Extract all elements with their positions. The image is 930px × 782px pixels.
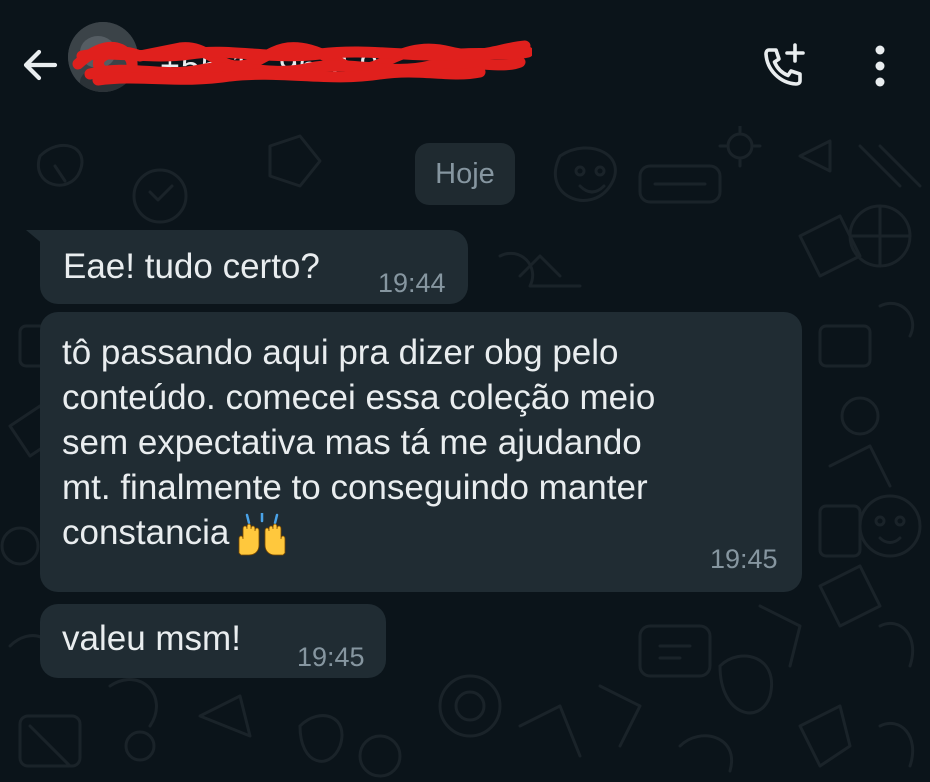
message-text: constancia (62, 513, 230, 552)
arrow-back-icon (23, 49, 58, 81)
bubble-tail (26, 230, 50, 250)
avatar-photo (68, 22, 138, 92)
message-bubble[interactable]: valeu msm! 19:45 (40, 604, 386, 678)
back-button[interactable] (14, 40, 64, 90)
add-call-icon (764, 43, 805, 86)
chat-screen: +55 11 96 2 9 Hoje Eae! tudo certo? 19:4… (0, 0, 930, 782)
message-text-line: conteúdo. comecei essa coleção meio (62, 378, 656, 417)
contact-name[interactable]: +55 11 96 2 9 (160, 44, 379, 88)
message-text-line-last: constancia (62, 510, 289, 557)
message-text-line: sem expectativa mas tá me ajudando (62, 423, 642, 462)
raising-hands-icon (238, 512, 286, 556)
message-time: 19:44 (378, 268, 446, 298)
chat-header: +55 11 96 2 9 (0, 0, 930, 126)
message-bubble[interactable]: tô passando aqui pra dizer obg pelo cont… (40, 312, 802, 592)
message-text: valeu msm! (62, 619, 241, 658)
more-vertical-icon (875, 45, 885, 87)
message-text-line: tô passando aqui pra dizer obg pelo (62, 333, 619, 372)
message-time: 19:45 (710, 544, 778, 574)
message-text-line: mt. finalmente to conseguindo manter (62, 468, 648, 507)
message-time: 19:45 (297, 642, 365, 672)
add-call-button[interactable] (754, 38, 814, 94)
message-list[interactable]: Hoje Eae! tudo certo? 19:44 tô passando … (0, 126, 930, 782)
message-bubble[interactable]: Eae! tudo certo? 19:44 (26, 230, 468, 304)
date-separator: Hoje (415, 143, 515, 205)
more-options-button[interactable] (856, 38, 904, 94)
contact-avatar[interactable] (68, 22, 138, 92)
message-text: Eae! tudo certo? (63, 247, 320, 286)
